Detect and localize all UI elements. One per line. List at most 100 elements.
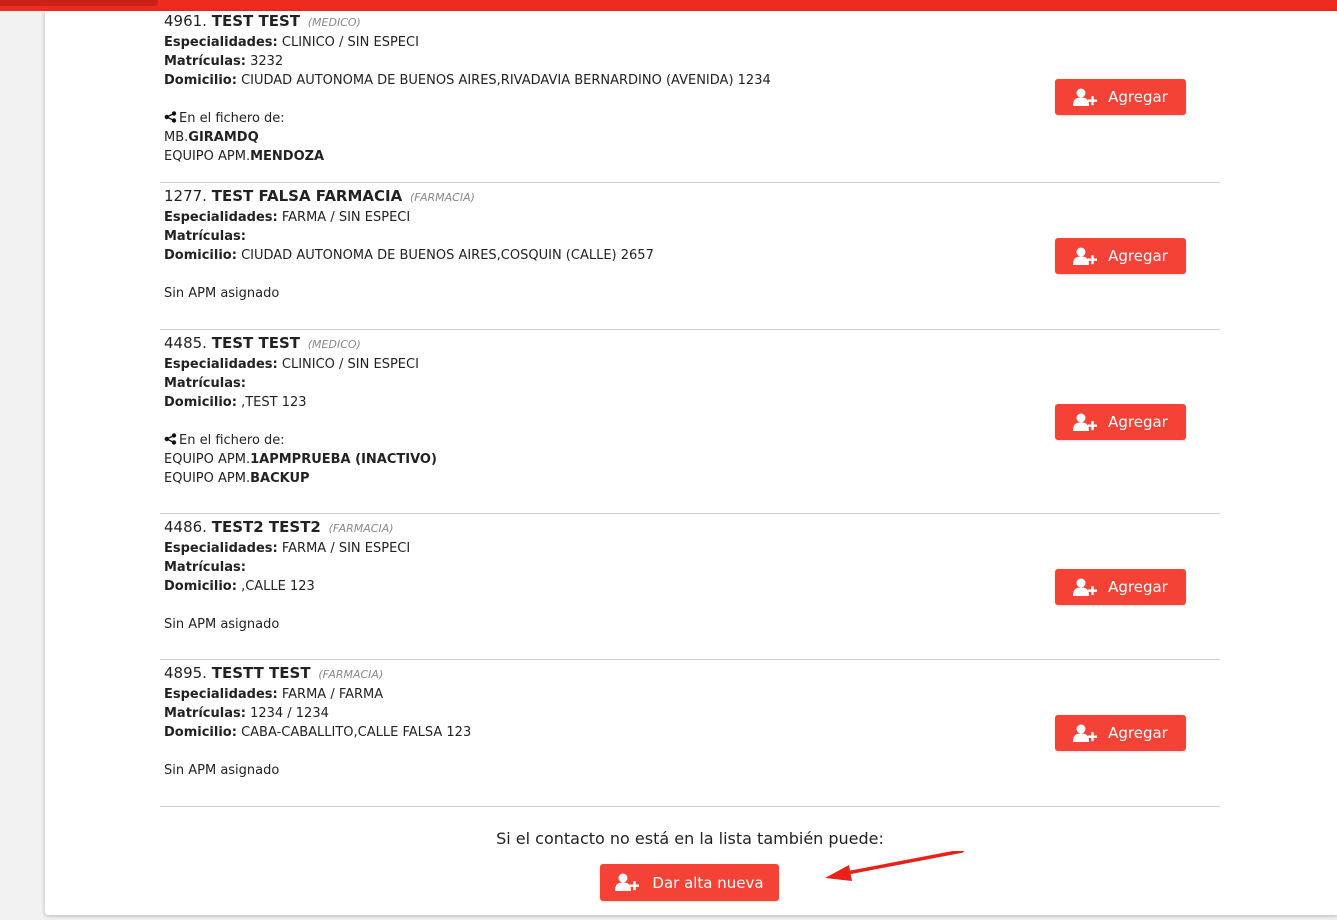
fichero-name: GIRAMDQ [188,130,259,145]
add-user-icon [1073,88,1098,106]
contact-heading: 4961. TEST TEST (MEDICO) [164,11,1220,33]
fichero-prefix: MB. [164,130,189,145]
agregar-button[interactable]: Agregar [1055,404,1186,440]
fichero-label: En el fichero de: [179,111,285,126]
matriculas-label: Matrículas: [164,706,246,721]
contact-heading: 1277. TEST FALSA FARMACIA (FARMACIA) [164,186,1220,208]
especialidades-value: CLINICO / SIN ESPECI [281,357,419,372]
especialidades-label: Especialidades: [164,541,278,556]
header-tab[interactable] [0,0,158,6]
add-user-icon [615,873,640,891]
contact-id: 4961. [164,12,207,30]
fichero-label: En el fichero de: [179,433,285,448]
especialidades-row: Especialidades: CLINICO / SIN ESPECI [164,355,1220,374]
not-in-list-message: Si el contacto no está en la lista tambi… [496,829,884,848]
contact-heading: 4485. TEST TEST (MEDICO) [164,333,1220,355]
dar-alta-nueva-label: Dar alta nueva [652,873,764,892]
contact-type: (FARMACIA) [318,668,384,681]
fichero-name: 1APMPRUEBA (INACTIVO) [250,452,437,467]
fichero-entry: EQUIPO APM.1APMPRUEBA (INACTIVO) [164,450,1220,469]
domicilio-value: ,TEST 123 [241,395,307,410]
especialidades-value: CLINICO / SIN ESPECI [281,35,419,50]
especialidades-row: Especialidades: FARMA / SIN ESPECI [164,208,1220,227]
especialidades-label: Especialidades: [164,687,278,702]
especialidades-label: Especialidades: [164,357,278,372]
contact-name: TESTT TEST [211,664,311,682]
fichero-prefix: EQUIPO APM. [164,452,251,467]
matriculas-row: Matrículas: 3232 [164,52,1220,71]
domicilio-label: Domicilio: [164,73,237,88]
especialidades-label: Especialidades: [164,210,278,225]
domicilio-value: CIUDAD AUTONOMA DE BUENOS AIRES,COSQUIN … [241,248,654,263]
agregar-label: Agregar [1108,723,1168,742]
contact-id: 4485. [164,334,207,352]
domicilio-label: Domicilio: [164,579,237,594]
contact-id: 1277. [164,187,207,205]
especialidades-row: Especialidades: FARMA / FARMA [164,685,1220,704]
sin-apm-text: Sin APM asignado [164,763,280,778]
share-icon [164,111,177,123]
matriculas-label: Matrículas: [164,54,246,69]
especialidades-row: Especialidades: CLINICO / SIN ESPECI [164,33,1220,52]
domicilio-label: Domicilio: [164,395,237,410]
share-icon [164,433,177,445]
contact-id: 4486. [164,518,207,536]
matriculas-value: 1234 / 1234 [250,706,329,721]
contact-name: TEST FALSA FARMACIA [211,187,403,205]
contact-card: 4486. TEST2 TEST2 (FARMACIA) Especialida… [160,514,1220,660]
agregar-label: Agregar [1108,412,1168,431]
matriculas-label: Matrículas: [164,229,246,244]
contact-name: TEST TEST [211,334,300,352]
especialidades-value: FARMA / SIN ESPECI [281,210,411,225]
contact-card: 4961. TEST TEST (MEDICO) Especialidades:… [160,11,1220,183]
dar-alta-nueva-button[interactable]: Dar alta nueva [600,864,779,901]
contact-name: TEST TEST [211,12,300,30]
top-header-bar [0,0,1337,11]
especialidades-value: FARMA / FARMA [281,687,384,702]
agregar-button[interactable]: Agregar [1055,715,1186,751]
fichero-name: MENDOZA [250,149,325,164]
contact-type: (MEDICO) [307,16,361,29]
add-user-icon [1073,413,1098,431]
contact-id: 4895. [164,664,207,682]
agregar-label: Agregar [1108,87,1168,106]
domicilio-label: Domicilio: [164,248,237,263]
add-user-icon [1073,578,1098,596]
contact-name: TEST2 TEST2 [211,518,321,536]
agregar-label: Agregar [1108,577,1168,596]
contact-card: 1277. TEST FALSA FARMACIA (FARMACIA) Esp… [160,183,1220,330]
fichero-name: BACKUP [250,471,310,486]
add-user-icon [1073,724,1098,742]
domicilio-value: ,CALLE 123 [241,579,315,594]
domicilio-label: Domicilio: [164,725,237,740]
contact-heading: 4486. TEST2 TEST2 (FARMACIA) [164,517,1220,539]
especialidades-label: Especialidades: [164,35,278,50]
fichero-prefix: EQUIPO APM. [164,471,251,486]
arrow-annotation-icon [825,851,964,881]
agregar-button[interactable]: Agregar [1055,79,1186,115]
sin-apm-text: Sin APM asignado [164,286,280,301]
especialidades-row: Especialidades: FARMA / SIN ESPECI [164,539,1220,558]
fichero-prefix: EQUIPO APM. [164,149,251,164]
contact-results-list: 4961. TEST TEST (MEDICO) Especialidades:… [160,11,1220,807]
agregar-button[interactable]: Agregar [1055,569,1186,605]
fichero-entry: EQUIPO APM.BACKUP [164,469,1220,488]
sin-apm-text: Sin APM asignado [164,617,280,632]
matriculas-label: Matrículas: [164,376,246,391]
agregar-label: Agregar [1108,246,1168,265]
domicilio-value: CIUDAD AUTONOMA DE BUENOS AIRES,RIVADAVI… [241,73,771,88]
matriculas-value: 3232 [250,54,284,69]
domicilio-value: CABA-CABALLITO,CALLE FALSA 123 [241,725,472,740]
agregar-button[interactable]: Agregar [1055,238,1186,274]
contact-heading: 4895. TESTT TEST (FARMACIA) [164,663,1220,685]
results-panel: 4961. TEST TEST (MEDICO) Especialidades:… [45,11,1337,915]
contact-card: 4895. TESTT TEST (FARMACIA) Especialidad… [160,660,1220,807]
contact-card: 4485. TEST TEST (MEDICO) Especialidades:… [160,330,1220,514]
contact-type: (FARMACIA) [410,191,475,204]
matriculas-row: Matrículas: [164,374,1220,393]
add-user-icon [1073,247,1098,265]
contact-type: (MEDICO) [307,338,361,351]
fichero-entry: EQUIPO APM.MENDOZA [164,147,1220,166]
especialidades-value: FARMA / SIN ESPECI [281,541,411,556]
matriculas-label: Matrículas: [164,560,246,575]
